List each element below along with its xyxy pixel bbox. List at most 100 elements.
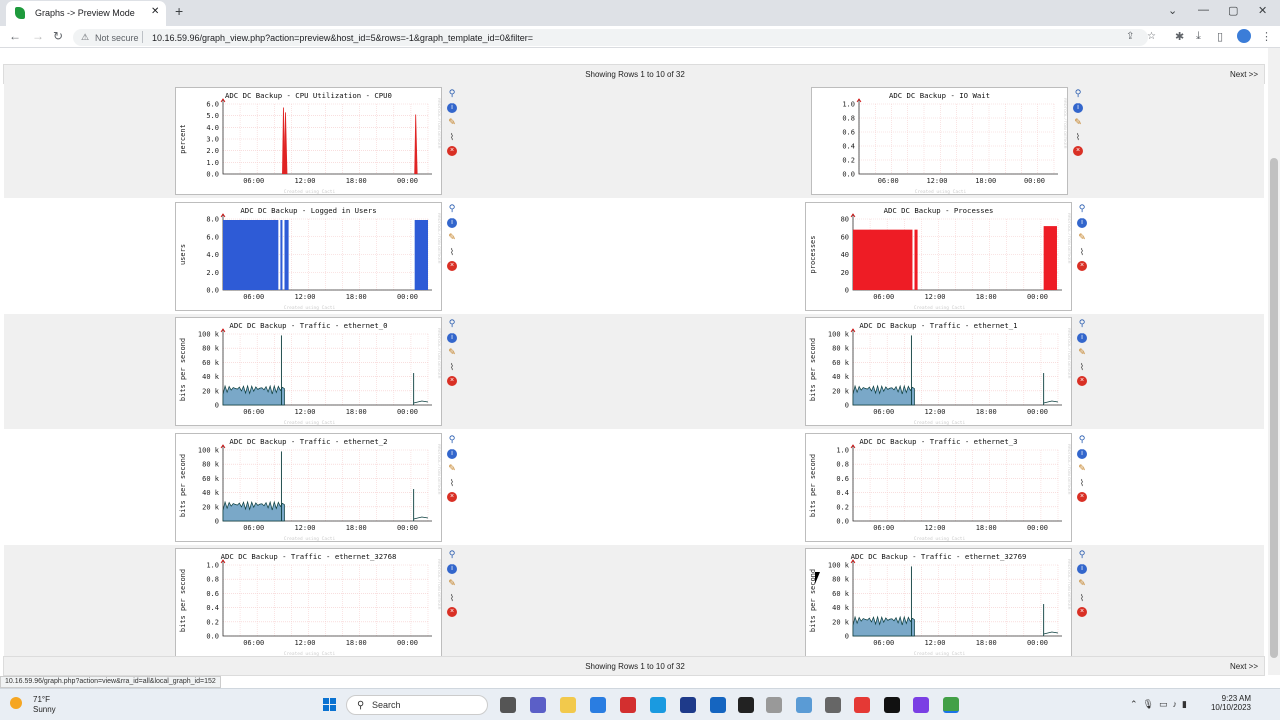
- edit-icon[interactable]: ✎: [447, 117, 457, 127]
- url-text[interactable]: 10.16.59.96/graph_view.php?action=previe…: [152, 33, 533, 43]
- graph-card[interactable]: ADC DC Backup - IO Wait 1.0 0.8 0.6 0.4 0.2 0.…: [811, 87, 1068, 195]
- zoom-icon[interactable]: ⚲: [1077, 318, 1087, 328]
- edit-icon[interactable]: ✎: [1077, 347, 1087, 357]
- extensions-icon[interactable]: ✱: [1175, 30, 1184, 43]
- system-tray[interactable]: ⌃ 🎙 ▭ ♪ ▮: [1130, 699, 1187, 710]
- tab-search-icon[interactable]: ⌄: [1168, 4, 1177, 17]
- side-panel-icon[interactable]: ▯: [1217, 30, 1223, 43]
- trend-icon[interactable]: ⌇: [447, 132, 457, 142]
- page-scrollbar[interactable]: [1268, 48, 1280, 675]
- info-icon[interactable]: i: [447, 217, 457, 228]
- edit-icon[interactable]: ✎: [1077, 463, 1087, 473]
- zoom-icon[interactable]: ⚲: [447, 434, 457, 444]
- trend-icon[interactable]: ⌇: [1077, 247, 1087, 257]
- bookmark-star-icon[interactable]: ☆: [1147, 31, 1156, 42]
- zoom-icon[interactable]: ⚲: [447, 88, 457, 98]
- forward-icon[interactable]: →: [32, 29, 44, 43]
- tool-icon[interactable]: [766, 697, 782, 713]
- zoom-icon[interactable]: ⚲: [447, 203, 457, 213]
- next-page-link[interactable]: Next >>: [1230, 70, 1258, 79]
- new-tab-button[interactable]: +: [175, 3, 183, 19]
- download-icon[interactable]: ⤓: [1196, 30, 1201, 43]
- graph-card[interactable]: ADC DC Backup - Logged in Users 8.0 6.0 4.0…: [175, 202, 442, 311]
- delete-icon[interactable]: ×: [1077, 261, 1087, 271]
- close-tab-icon[interactable]: ✕: [151, 6, 159, 17]
- warning-icon[interactable]: ⚠: [81, 32, 89, 43]
- delete-icon[interactable]: ×: [1077, 607, 1087, 617]
- address-bar[interactable]: ⚠ Not secure 10.16.59.96/graph_view.php?…: [73, 29, 1156, 46]
- back-icon[interactable]: ←: [9, 29, 21, 43]
- share-icon[interactable]: ⇪: [1126, 31, 1134, 42]
- start-button-icon[interactable]: [323, 698, 337, 712]
- maximize-icon[interactable]: ▢: [1228, 4, 1238, 17]
- teams-icon[interactable]: [530, 697, 546, 713]
- edge-icon[interactable]: [650, 697, 666, 713]
- delete-icon[interactable]: ×: [1077, 492, 1087, 502]
- graph-card[interactable]: ADC DC Backup - CPU Utilization - CPU0 6.…: [175, 87, 442, 195]
- info-icon[interactable]: i: [1077, 332, 1087, 343]
- next-page-link[interactable]: Next >>: [1230, 662, 1258, 671]
- graph-card[interactable]: ADC DC Backup - Traffic - ethernet_32769…: [805, 548, 1072, 657]
- delete-icon[interactable]: ×: [447, 261, 457, 271]
- delete-icon[interactable]: ×: [1073, 146, 1083, 156]
- app-w-icon[interactable]: [913, 697, 929, 713]
- chrome-icon[interactable]: [854, 697, 870, 713]
- delete-icon[interactable]: ×: [1077, 376, 1087, 386]
- edit-icon[interactable]: ✎: [447, 347, 457, 357]
- trend-icon[interactable]: ⌇: [447, 478, 457, 488]
- taskbar-search[interactable]: ⚲ Search: [346, 695, 488, 715]
- store-icon[interactable]: [590, 697, 606, 713]
- trend-icon[interactable]: ⌇: [447, 247, 457, 257]
- app-icon[interactable]: [680, 697, 696, 713]
- tiktok-icon[interactable]: [884, 697, 900, 713]
- scrollbar-thumb[interactable]: [1270, 158, 1278, 658]
- info-icon[interactable]: i: [1073, 102, 1083, 113]
- info-icon[interactable]: i: [447, 448, 457, 459]
- edit-icon[interactable]: ✎: [1077, 232, 1087, 242]
- edit-icon[interactable]: ✎: [1073, 117, 1083, 127]
- info-icon[interactable]: i: [1077, 563, 1087, 574]
- graph-card[interactable]: ADC DC Backup - Traffic - ethernet_0 100 …: [175, 317, 442, 426]
- zoom-icon[interactable]: ⚲: [1077, 549, 1087, 559]
- zoom-icon[interactable]: ⚲: [1073, 88, 1083, 98]
- app-l-icon[interactable]: [620, 697, 636, 713]
- trend-icon[interactable]: ⌇: [447, 593, 457, 603]
- delete-icon[interactable]: ×: [447, 492, 457, 502]
- zoom-icon[interactable]: ⚲: [447, 318, 457, 328]
- chrome-active-icon[interactable]: [943, 697, 959, 713]
- info-icon[interactable]: i: [1077, 448, 1087, 459]
- tab-graphs-preview[interactable]: Graphs -> Preview Mode ✕: [6, 1, 166, 26]
- edit-icon[interactable]: ✎: [1077, 578, 1087, 588]
- graph-card[interactable]: ADC DC Backup - Traffic - ethernet_32768…: [175, 548, 442, 657]
- task-view-icon[interactable]: [500, 697, 516, 713]
- close-window-icon[interactable]: ✕: [1258, 4, 1267, 17]
- not-secure-label[interactable]: Not secure: [95, 33, 139, 43]
- trend-icon[interactable]: ⌇: [1077, 593, 1087, 603]
- edit-icon[interactable]: ✎: [447, 578, 457, 588]
- reload-icon[interactable]: ↻: [53, 29, 63, 43]
- info-icon[interactable]: i: [447, 332, 457, 343]
- trend-icon[interactable]: ⌇: [1077, 362, 1087, 372]
- app-icon[interactable]: [796, 697, 812, 713]
- graph-card[interactable]: ADC DC Backup - Processes 80 60 40 20 0 06:00 1…: [805, 202, 1072, 311]
- edit-icon[interactable]: ✎: [447, 232, 457, 242]
- delete-icon[interactable]: ×: [447, 607, 457, 617]
- menu-icon[interactable]: ⋮: [1261, 30, 1272, 43]
- trend-icon[interactable]: ⌇: [447, 362, 457, 372]
- app-z-icon[interactable]: [710, 697, 726, 713]
- info-icon[interactable]: i: [447, 563, 457, 574]
- trend-icon[interactable]: ⌇: [1077, 478, 1087, 488]
- zoom-icon[interactable]: ⚲: [1077, 203, 1087, 213]
- delete-icon[interactable]: ×: [447, 146, 457, 156]
- trend-icon[interactable]: ⌇: [1073, 132, 1083, 142]
- graph-card[interactable]: ADC DC Backup - Traffic - ethernet_1 100 …: [805, 317, 1072, 426]
- zoom-icon[interactable]: ⚲: [1077, 434, 1087, 444]
- graph-card[interactable]: ADC DC Backup - Traffic - ethernet_2 100 …: [175, 433, 442, 542]
- network-app-icon[interactable]: [825, 697, 841, 713]
- clock[interactable]: 9:23 AM 10/10/2023: [1205, 694, 1251, 712]
- info-icon[interactable]: i: [447, 102, 457, 113]
- graph-card[interactable]: ADC DC Backup - Traffic - ethernet_3 1.0 0…: [805, 433, 1072, 542]
- edit-icon[interactable]: ✎: [447, 463, 457, 473]
- zoom-icon[interactable]: ⚲: [447, 549, 457, 559]
- file-explorer-icon[interactable]: [560, 697, 576, 713]
